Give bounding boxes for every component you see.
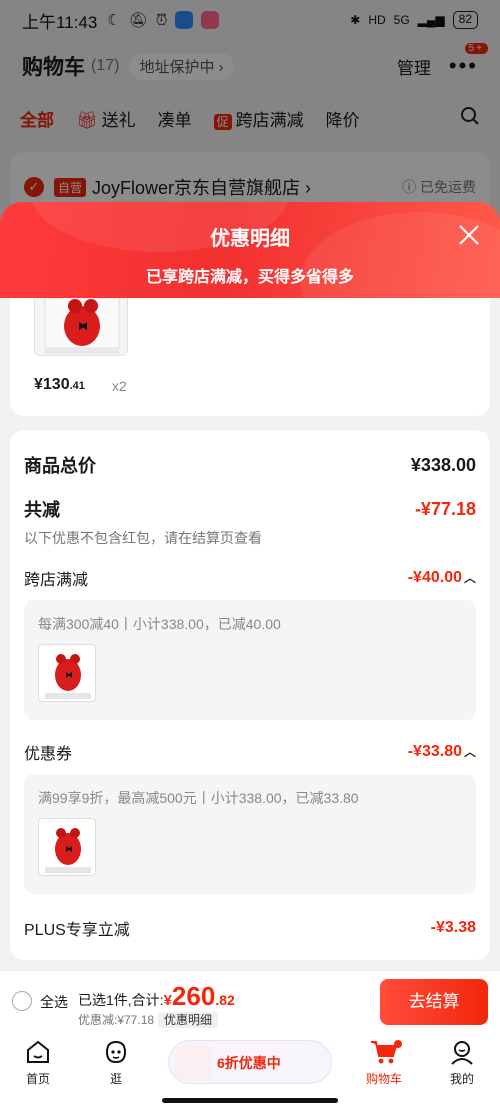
selected-summary: 已选1件,合计:¥260.82	[78, 981, 235, 1012]
select-all-label[interactable]: 全选	[40, 992, 68, 1012]
cross-store-discount-value: -¥40.00	[407, 569, 462, 586]
nav-home-label: 首页	[25, 1072, 50, 1086]
product-image[interactable]	[34, 298, 128, 356]
nav-me[interactable]: 我的	[432, 1038, 492, 1087]
plus-discount-label: PLUS专享立减	[24, 922, 130, 939]
coupon-discount-desc: 满99享9折，最高减500元丨小计338.00，已减33.80	[38, 790, 359, 806]
product-thumbnail[interactable]	[38, 644, 96, 702]
reduce-note: 以下优惠不包含红包，请在结算页查看	[24, 530, 262, 546]
cross-store-discount-row[interactable]: 跨店满减 -¥40.00 ︿	[24, 566, 476, 590]
promo-text: 6折优惠中	[217, 1055, 281, 1071]
profile-icon	[451, 1041, 473, 1065]
coupon-discount-value: -¥33.80	[407, 743, 462, 760]
product-quantity: x2	[112, 378, 127, 394]
product-thumbnail[interactable]	[38, 818, 96, 876]
selected-prefix: 已选1件,合计:	[78, 992, 164, 1008]
plus-discount-row: PLUS专享立减 -¥3.38	[24, 916, 476, 940]
chevron-up-icon: ︿	[463, 571, 476, 585]
promo-pill[interactable]: 6折优惠中	[168, 1040, 332, 1084]
checkout-bar: 全选 已选1件,合计:¥260.82 优惠减:¥77.18 优惠明细 去结算	[0, 970, 500, 1032]
home-indicator	[162, 1098, 338, 1103]
price-main: ¥130	[34, 376, 70, 393]
coupon-discount-row[interactable]: 优惠券 -¥33.80 ︿	[24, 740, 476, 764]
close-icon[interactable]	[456, 222, 482, 248]
cross-store-discount-label: 跨店满减	[24, 572, 89, 589]
home-icon	[27, 1040, 49, 1063]
product-card: ¥130.41 x2	[10, 298, 490, 416]
saved-amount: 优惠减:¥77.18	[78, 1013, 155, 1027]
cart-notification-dot	[394, 1040, 402, 1048]
nav-browse[interactable]: 逛	[86, 1038, 146, 1087]
cross-store-discount-detail: 每满300减40丨小计338.00，已减40.00	[24, 600, 476, 720]
discount-detail-body: ¥130.41 x2 商品总价 ¥338.00 共减 -¥77.18 以下优惠不…	[0, 298, 500, 970]
discount-summary: 商品总价 ¥338.00 共减 -¥77.18 以下优惠不包含红包，请在结算页查…	[10, 430, 490, 960]
promo-product-icon	[175, 1045, 211, 1081]
nav-browse-label: 逛	[109, 1072, 122, 1086]
nav-home[interactable]: 首页	[8, 1038, 68, 1087]
total-price-label: 商品总价	[24, 456, 96, 476]
nav-cart-label: 购物车	[365, 1072, 402, 1086]
nav-me-label: 我的	[449, 1072, 474, 1086]
total-reduce-value: -¥77.18	[414, 498, 476, 519]
discount-detail-header: 优惠明细 已享跨店满减，买得多省得多	[0, 202, 500, 298]
total-reduce-row: 共减 -¥77.18	[24, 496, 476, 522]
cross-store-discount-amount: -¥40.00 ︿	[408, 569, 476, 587]
total-price-row: 商品总价 ¥338.00	[24, 452, 476, 478]
selected-total: ¥260.82	[163, 981, 235, 1011]
saved-summary: 优惠减:¥77.18 优惠明细	[78, 1011, 219, 1028]
cross-store-discount-desc: 每满300减40丨小计338.00，已减40.00	[38, 616, 281, 632]
plus-discount-value: -¥3.38	[430, 919, 476, 936]
popup-subtitle: 已享跨店满减，买得多省得多	[145, 269, 354, 286]
total-price-value: ¥338.00	[410, 454, 476, 475]
browse-icon	[105, 1040, 127, 1064]
total-reduce-label: 共减	[24, 500, 60, 520]
total-decimal: .82	[215, 992, 235, 1008]
discount-detail-button[interactable]: 优惠明细	[158, 1012, 219, 1028]
coupon-discount-label: 优惠券	[24, 746, 73, 763]
product-price: ¥130.41	[34, 376, 85, 394]
checkout-button[interactable]: 去结算	[380, 979, 488, 1025]
nav-cart[interactable]: 购物车	[354, 1038, 414, 1087]
price-decimal: .41	[69, 380, 85, 392]
total-integer: 260	[171, 981, 216, 1011]
coupon-discount-detail: 满99享9折，最高减500元丨小计338.00，已减33.80	[24, 774, 476, 894]
popup-title: 优惠明细	[210, 228, 290, 250]
chevron-up-icon: ︿	[463, 745, 476, 759]
total-currency: ¥	[163, 992, 172, 1009]
select-all-checkbox[interactable]	[12, 991, 32, 1011]
coupon-discount-amount: -¥33.80 ︿	[408, 743, 476, 761]
